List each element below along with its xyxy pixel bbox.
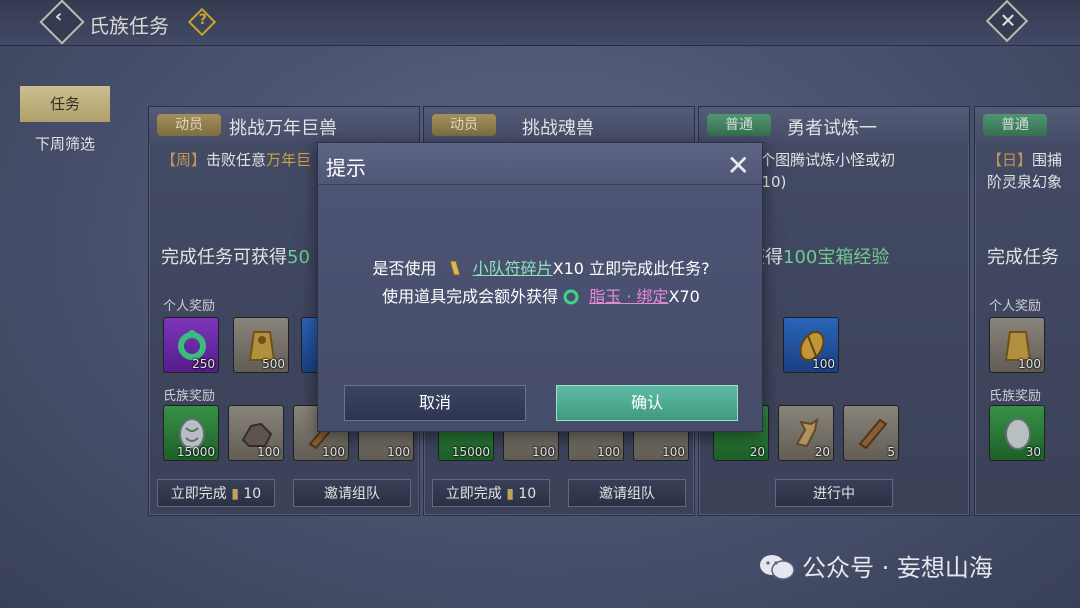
dialog-message-line1: 是否使用 小队符碎片X10 立即完成此任务? bbox=[372, 259, 710, 278]
item-link-talisman-fragment[interactable]: 小队符碎片 bbox=[473, 259, 553, 278]
watermark: 公众号 · 妄想山海 bbox=[758, 548, 993, 583]
wechat-icon bbox=[760, 555, 795, 580]
talisman-fragment-icon bbox=[448, 260, 461, 276]
confirm-dialog: 提示 ✕ 是否使用 小队符碎片X10 立即完成此任务? 使用道具完成会额外获得 … bbox=[317, 142, 763, 432]
dialog-title: 提示 bbox=[326, 156, 366, 180]
cancel-button[interactable]: 取消 bbox=[344, 385, 526, 421]
jade-icon bbox=[563, 289, 579, 305]
dialog-header: 提示 ✕ bbox=[318, 143, 762, 185]
dialog-message-line2: 使用道具完成会额外获得 脂玉 · 绑定X70 bbox=[382, 287, 700, 306]
confirm-button[interactable]: 确认 bbox=[556, 385, 738, 421]
item-link-jade[interactable]: 脂玉 · 绑定 bbox=[589, 287, 668, 306]
close-icon[interactable]: ✕ bbox=[727, 149, 750, 182]
